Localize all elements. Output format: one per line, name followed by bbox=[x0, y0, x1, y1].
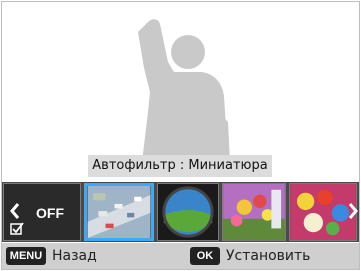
ok-key-badge[interactable]: OK bbox=[190, 247, 220, 265]
set-label: Установить bbox=[226, 248, 311, 264]
filter-thumb-vignetting[interactable] bbox=[222, 183, 286, 241]
bottom-help-bar: MENU Назад OK Установить bbox=[2, 243, 359, 269]
filter-name-label: Автофильтр : Миниатюра bbox=[88, 155, 272, 177]
filter-name-prefix: Автофильтр bbox=[92, 158, 176, 173]
filter-thumb-oil-painting[interactable] bbox=[289, 183, 357, 241]
oil-painting-thumbnail bbox=[290, 184, 356, 240]
subject-silhouette bbox=[138, 19, 230, 162]
chevron-left-icon[interactable] bbox=[10, 203, 20, 219]
filter-thumb-fisheye[interactable] bbox=[157, 183, 219, 241]
filter-name-value: Миниатюра bbox=[188, 158, 268, 173]
menu-key-badge[interactable]: MENU bbox=[6, 247, 46, 265]
camera-screen: Автофильтр : Миниатюра OFF MENU Назад OK… bbox=[0, 0, 361, 271]
check-box-icon bbox=[10, 222, 24, 235]
fisheye-thumbnail bbox=[158, 184, 218, 240]
filter-name-separator: : bbox=[175, 158, 189, 173]
back-label: Назад bbox=[52, 248, 97, 264]
vignetting-thumbnail bbox=[223, 184, 285, 240]
chevron-right-icon[interactable] bbox=[348, 203, 358, 219]
miniature-thumbnail bbox=[87, 186, 151, 238]
filter-thumb-miniature[interactable] bbox=[84, 183, 154, 241]
filter-off-label: OFF bbox=[36, 205, 64, 221]
